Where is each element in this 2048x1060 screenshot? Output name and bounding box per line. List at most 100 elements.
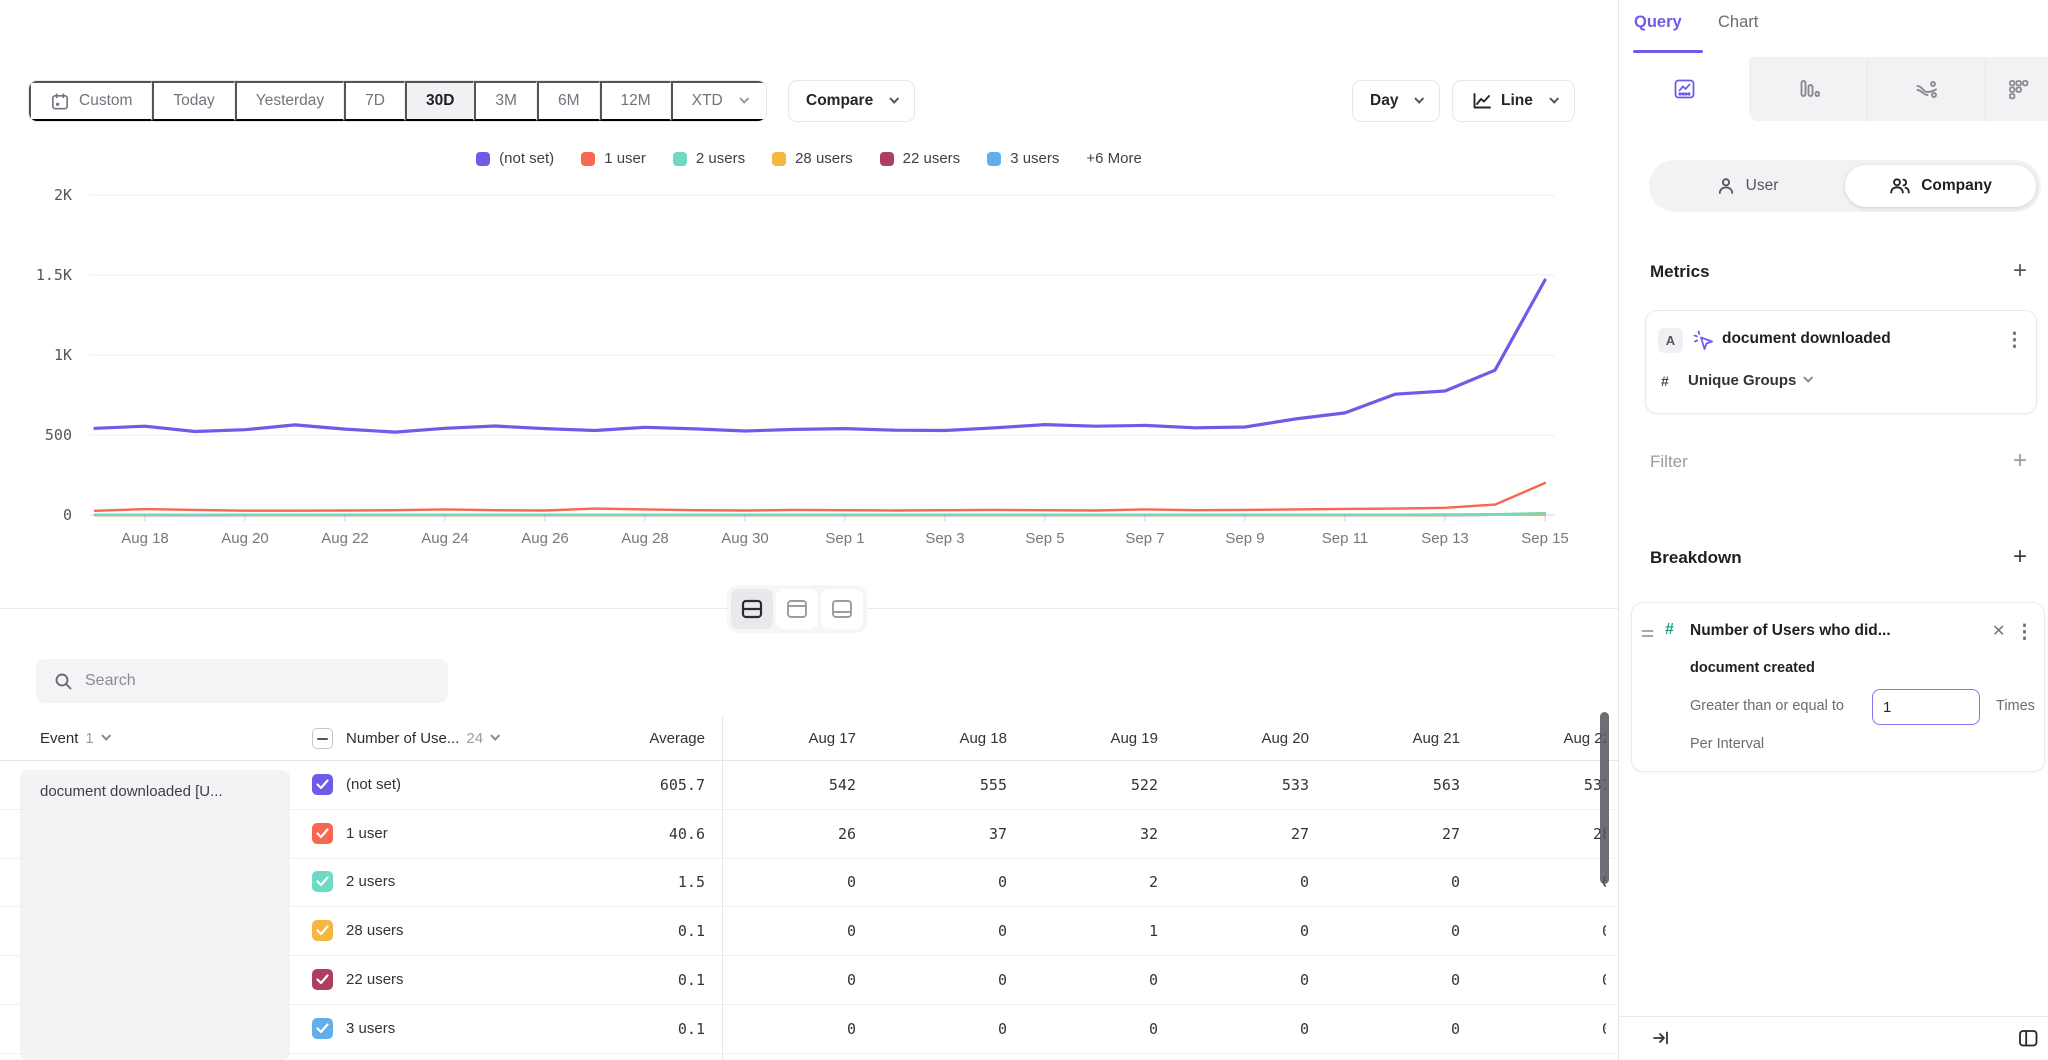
- close-icon[interactable]: ✕: [1992, 621, 2005, 641]
- breakdown-value-input[interactable]: [1872, 689, 1980, 725]
- range-button-12m[interactable]: 12M: [600, 81, 671, 121]
- legend-item[interactable]: 2 users: [673, 150, 745, 167]
- tab-chart[interactable]: Chart: [1718, 13, 1758, 32]
- group-count: 24: [466, 730, 483, 747]
- chart-type-flow-button[interactable]: [1867, 57, 1985, 121]
- range-button-xtd[interactable]: XTD: [671, 81, 766, 121]
- legend-item[interactable]: 1 user: [581, 150, 646, 167]
- legend-item[interactable]: (not set): [476, 150, 554, 167]
- metric-event-name[interactable]: document downloaded: [1722, 330, 1891, 348]
- compare-button[interactable]: Compare: [788, 80, 915, 122]
- range-button-7d[interactable]: 7D: [344, 81, 405, 121]
- user-icon: [1716, 176, 1736, 196]
- legend-item[interactable]: 22 users: [880, 150, 961, 167]
- table-vertical-scrollbar[interactable]: [1600, 712, 1609, 884]
- tab-query[interactable]: Query: [1634, 13, 1682, 32]
- range-label: 3M: [495, 92, 517, 110]
- breakdown-condition-label[interactable]: Greater than or equal to: [1690, 698, 1844, 714]
- chart-type-selector: [1619, 57, 2048, 121]
- y-axis-label: 2K: [54, 186, 72, 204]
- scope-user-option[interactable]: User: [1649, 160, 1845, 212]
- chevron-down-icon: [1415, 94, 1425, 104]
- layout-table-view-button[interactable]: [821, 589, 863, 629]
- metric-measure-dropdown[interactable]: Unique Groups: [1688, 372, 1811, 389]
- row-checkbox[interactable]: [312, 774, 333, 795]
- legend-item[interactable]: 28 users: [772, 150, 853, 167]
- range-label: Yesterday: [256, 92, 324, 110]
- bar-chart-icon: [1796, 77, 1821, 101]
- indeterminate-dash-icon: [317, 738, 328, 740]
- metric-more-button[interactable]: ⋮: [2005, 331, 2024, 350]
- layout-split-view-button[interactable]: [731, 589, 773, 629]
- breakdown-event-name[interactable]: document created: [1690, 660, 1815, 676]
- line-chart-icon: [1470, 90, 1492, 112]
- event-column-header[interactable]: Event1: [40, 716, 109, 761]
- table-row: 1 user40.6263732272728: [0, 810, 1618, 859]
- chart-type-bar-button[interactable]: [1749, 57, 1867, 121]
- row-date-value: 0: [1169, 956, 1309, 1004]
- table-row: 22 users0.1000000: [0, 956, 1618, 1005]
- check-icon: [316, 779, 329, 790]
- range-button-yesterday[interactable]: Yesterday: [235, 81, 344, 121]
- date-column-header[interactable]: Aug 22: [1471, 716, 1606, 760]
- scope-company-option[interactable]: Company: [1845, 165, 2036, 207]
- row-date-value: 28: [1471, 810, 1606, 858]
- add-metric-button[interactable]: +: [2008, 260, 2032, 284]
- range-button-custom[interactable]: Custom: [29, 81, 152, 121]
- chart-type-line-button[interactable]: [1619, 57, 1749, 121]
- row-date-value: 0: [1471, 907, 1606, 955]
- row-date-value: 0: [1169, 858, 1309, 906]
- layout-chart-view-button[interactable]: [776, 589, 818, 629]
- row-date-value: 32: [1018, 810, 1158, 858]
- sidebar-toggle-icon[interactable]: [2017, 1027, 2039, 1054]
- search-input[interactable]: [85, 672, 425, 690]
- breakdown-more-button[interactable]: ⋮: [2015, 623, 2034, 642]
- chart-type-button[interactable]: Line: [1452, 80, 1575, 122]
- add-breakdown-button[interactable]: +: [2008, 546, 2032, 570]
- date-column-header[interactable]: Aug 19: [1018, 716, 1158, 760]
- row-date-values: 000000: [710, 1005, 1606, 1053]
- legend-label: 1 user: [604, 150, 646, 167]
- table-row: 28 users0.1001000: [0, 907, 1618, 956]
- date-column-header[interactable]: Aug 20: [1169, 716, 1309, 760]
- range-label: XTD: [692, 92, 723, 110]
- metric-card[interactable]: A document downloaded ⋮ # Unique Groups: [1645, 310, 2037, 414]
- range-button-3m[interactable]: 3M: [474, 81, 537, 121]
- chart-series-2-users: [95, 513, 1545, 515]
- line-chart: 05001K1.5K2KAug 18Aug 20Aug 22Aug 24Aug …: [0, 170, 1618, 570]
- row-checkbox[interactable]: [312, 823, 333, 844]
- row-label: 22 users: [346, 956, 404, 1004]
- interval-label: Day: [1370, 92, 1398, 110]
- breakdown-title[interactable]: Number of Users who did...: [1690, 622, 1891, 640]
- row-checkbox[interactable]: [312, 969, 333, 990]
- interval-button[interactable]: Day: [1352, 80, 1440, 122]
- row-checkbox[interactable]: [312, 1018, 333, 1039]
- drag-handle-icon[interactable]: [1641, 626, 1654, 644]
- breakdown-per-interval-label[interactable]: Per Interval: [1690, 736, 1764, 752]
- date-column-header[interactable]: Aug 21: [1320, 716, 1460, 760]
- row-checkbox[interactable]: [312, 920, 333, 941]
- legend-more-button[interactable]: +6 More: [1086, 150, 1141, 167]
- group-column-header[interactable]: Number of Use...24: [346, 716, 498, 761]
- filter-heading: Filter: [1650, 452, 1688, 472]
- row-date-value: 2: [1018, 858, 1158, 906]
- x-axis-label: Aug 20: [221, 530, 269, 547]
- chevron-down-icon: [490, 731, 500, 741]
- range-button-6m[interactable]: 6M: [537, 81, 600, 121]
- select-all-checkbox[interactable]: [312, 728, 333, 749]
- row-date-value: 0: [1320, 858, 1460, 906]
- scope-company-label: Company: [1921, 177, 1992, 195]
- chart-type-grid-button[interactable]: [1985, 57, 2048, 121]
- legend-item[interactable]: 3 users: [987, 150, 1059, 167]
- date-column-header[interactable]: Aug 18: [867, 716, 1007, 760]
- add-filter-button[interactable]: +: [2008, 450, 2032, 474]
- breakdown-times-label: Times: [1996, 698, 2035, 714]
- event-count: 1: [85, 730, 93, 747]
- collapse-panel-icon[interactable]: [1651, 1028, 1671, 1053]
- range-button-today[interactable]: Today: [152, 81, 234, 121]
- range-label: Today: [173, 92, 214, 110]
- row-checkbox[interactable]: [312, 871, 333, 892]
- date-column-header[interactable]: Aug 17: [716, 716, 856, 760]
- range-button-30d[interactable]: 30D: [405, 81, 474, 121]
- line-chart-icon: [1672, 77, 1697, 101]
